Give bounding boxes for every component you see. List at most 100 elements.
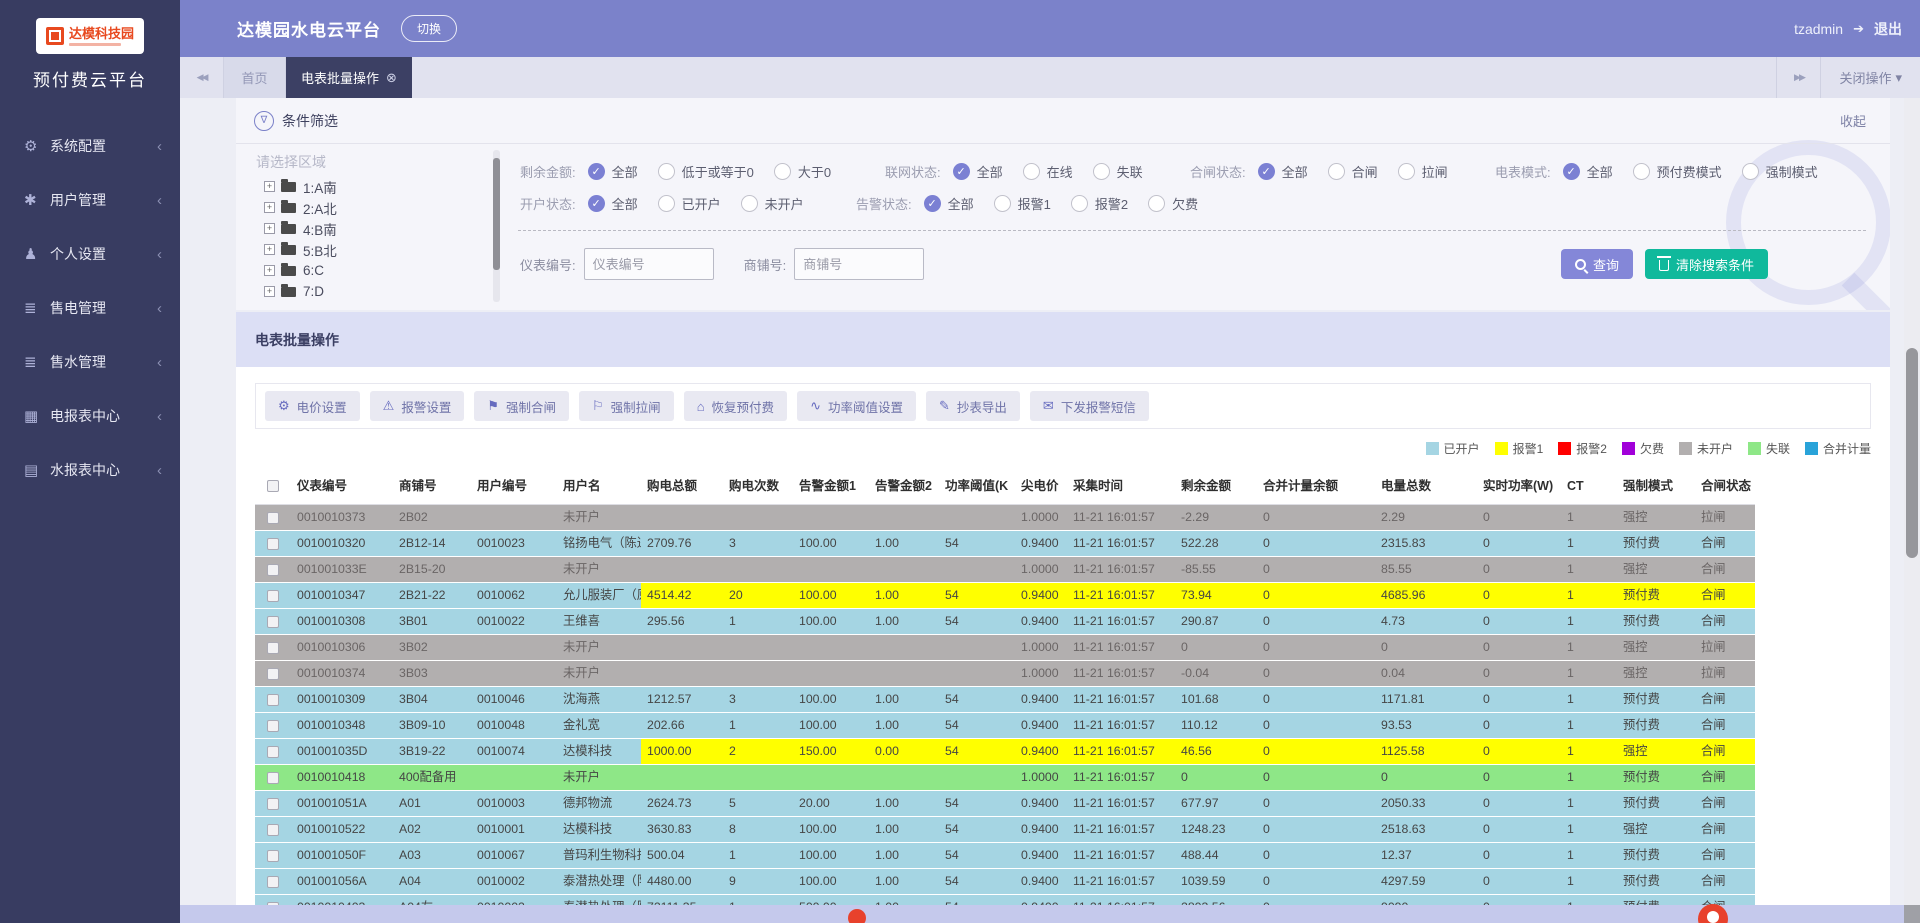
tab-meter-batch[interactable]: 电表批量操作 ⊗ [286,57,412,98]
table-row[interactable]: 00100103732B02未开户1.000011-21 16:01:57-2.… [255,505,1755,530]
toolbar-button-强制合闸[interactable]: ⚑强制合闸 [474,391,569,421]
radio-icon[interactable] [774,163,791,180]
radio-option-全部[interactable]: ✓全部 [588,194,638,213]
table-row[interactable]: 00100103743B03未开户1.000011-21 16:01:57-0.… [255,661,1755,686]
radio-option-全部[interactable]: ✓全部 [924,194,974,213]
sidebar-item-售水管理[interactable]: ≣售水管理‹ [0,335,180,389]
expand-plus-icon[interactable]: + [264,202,275,213]
row-checkbox[interactable] [267,694,279,706]
radio-option-报警1[interactable]: 报警1 [994,194,1051,213]
toolbar-button-报警设置[interactable]: ⚠报警设置 [370,391,465,421]
table-row[interactable]: 00100103093B040010046沈海燕1212.573100.001.… [255,687,1755,712]
table-row[interactable]: 00100103202B12-140010023铭扬电气（陈进2709.7631… [255,531,1755,556]
tree-node-6:C[interactable]: +6:C [264,260,484,281]
radio-checked-icon[interactable]: ✓ [588,195,605,212]
radio-icon[interactable] [741,195,758,212]
toolbar-button-下发报警短信[interactable]: ✉下发报警短信 [1030,391,1149,421]
row-checkbox[interactable] [267,746,279,758]
radio-icon[interactable] [1328,163,1345,180]
radio-option-全部[interactable]: ✓全部 [953,162,1003,181]
table-row[interactable]: 0010010418400配备用未开户1.000011-21 16:01:570… [255,765,1755,790]
tree-node-1:A南[interactable]: +1:A南 [264,176,484,197]
shop-no-input[interactable] [794,248,924,280]
tab-home[interactable]: 首页 [224,57,286,98]
radio-icon[interactable] [1071,195,1088,212]
row-checkbox[interactable] [267,512,279,524]
radio-option-全部[interactable]: ✓全部 [588,162,638,181]
toolbar-button-抄表导出[interactable]: ✎抄表导出 [926,391,1020,421]
radio-option-在线[interactable]: 在线 [1023,162,1073,181]
tab-close-icon[interactable]: ⊗ [386,70,397,86]
table-row[interactable]: 001001050FA030010067普玛利生物科技500.041100.00… [255,843,1755,868]
radio-option-全部[interactable]: ✓全部 [1563,162,1613,181]
radio-option-全部[interactable]: ✓全部 [1258,162,1308,181]
toolbar-button-功率阈值设置[interactable]: ∿功率阈值设置 [797,391,916,421]
meter-no-input[interactable] [584,248,714,280]
switch-button[interactable]: 切换 [401,15,457,42]
tabs-scroll-right-button[interactable]: ▶▶ [1776,57,1820,98]
query-button[interactable]: 查询 [1561,249,1633,279]
table-row[interactable]: 001001051AA010010003德邦物流2624.73520.001.0… [255,791,1755,816]
table-row[interactable]: 0010010403A04左0010002泰潜热处理（队72111.351500… [255,895,1755,905]
radio-icon[interactable] [1742,163,1759,180]
table-row[interactable]: 00100103083B010010022王维喜295.561100.001.0… [255,609,1755,634]
radio-checked-icon[interactable]: ✓ [953,163,970,180]
table-row[interactable]: 001001056AA040010002泰潜热处理（队4480.009100.0… [255,869,1755,894]
row-checkbox[interactable] [267,564,279,576]
radio-option-已开户[interactable]: 已开户 [658,194,721,213]
toolbar-button-强制拉闸[interactable]: ⚐强制拉闸 [579,391,674,421]
row-checkbox[interactable] [267,824,279,836]
radio-option-拉闸[interactable]: 拉闸 [1398,162,1448,181]
radio-option-低于或等于0[interactable]: 低于或等于0 [658,162,754,181]
tree-scrollbar-thumb[interactable] [493,158,500,270]
radio-option-欠费[interactable]: 欠费 [1148,194,1198,213]
sidebar-item-水报表中心[interactable]: ▤水报表中心‹ [0,443,180,497]
table-row[interactable]: 0010010522A020010001达模科技3630.838100.001.… [255,817,1755,842]
row-checkbox[interactable] [267,720,279,732]
toolbar-button-恢复预付费[interactable]: ⌂恢复预付费 [684,391,787,421]
radio-checked-icon[interactable]: ✓ [1563,163,1580,180]
row-checkbox[interactable] [267,798,279,810]
radio-icon[interactable] [1148,195,1165,212]
row-checkbox[interactable] [267,538,279,550]
radio-option-合闸[interactable]: 合闸 [1328,162,1378,181]
radio-icon[interactable] [1093,163,1110,180]
collapse-button[interactable]: 收起 [1840,111,1866,130]
radio-icon[interactable] [1633,163,1650,180]
close-operations-dropdown[interactable]: 关闭操作 ▾ [1820,57,1920,98]
vertical-scrollbar-track[interactable] [1904,98,1920,923]
select-all-checkbox[interactable] [267,480,279,492]
table-row[interactable]: 001001035D3B19-220010074达模科技1000.002150.… [255,739,1755,764]
radio-option-大于0[interactable]: 大于0 [774,162,831,181]
radio-option-强制模式[interactable]: 强制模式 [1742,162,1818,181]
row-checkbox[interactable] [267,772,279,784]
tree-node-5:B北[interactable]: +5:B北 [264,239,484,260]
row-checkbox[interactable] [267,668,279,680]
row-checkbox[interactable] [267,642,279,654]
radio-option-未开户[interactable]: 未开户 [741,194,804,213]
expand-plus-icon[interactable]: + [264,244,275,255]
sidebar-item-系统配置[interactable]: ⚙系统配置‹ [0,119,180,173]
logout-button[interactable]: 退出 [1874,19,1902,39]
row-checkbox[interactable] [267,850,279,862]
table-row[interactable]: 001001033E2B15-20未开户1.000011-21 16:01:57… [255,557,1755,582]
expand-plus-icon[interactable]: + [264,181,275,192]
table-row[interactable]: 00100103472B21-220010062允儿服装厂（原4514.4220… [255,583,1755,608]
expand-plus-icon[interactable]: + [264,265,275,276]
radio-icon[interactable] [1023,163,1040,180]
radio-icon[interactable] [994,195,1011,212]
tabs-scroll-left-button[interactable]: ◀◀ [180,57,224,98]
expand-plus-icon[interactable]: + [264,223,275,234]
expand-plus-icon[interactable]: + [264,286,275,297]
tree-node-2:A北[interactable]: +2:A北 [264,197,484,218]
row-checkbox[interactable] [267,876,279,888]
horizontal-scrollbar-track[interactable] [180,905,1904,923]
sidebar-item-个人设置[interactable]: ♟个人设置‹ [0,227,180,281]
radio-checked-icon[interactable]: ✓ [924,195,941,212]
tree-node-4:B南[interactable]: +4:B南 [264,218,484,239]
clear-search-button[interactable]: 清除搜索条件 [1645,249,1768,279]
row-checkbox[interactable] [267,590,279,602]
vertical-scrollbar-thumb[interactable] [1906,348,1918,558]
radio-option-预付费模式[interactable]: 预付费模式 [1633,162,1722,181]
radio-icon[interactable] [1398,163,1415,180]
